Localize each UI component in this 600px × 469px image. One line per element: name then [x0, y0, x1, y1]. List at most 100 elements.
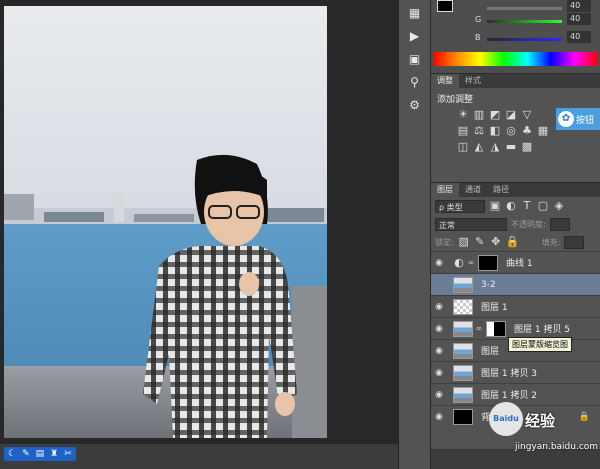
swatches-icon[interactable]: ▣ — [404, 49, 426, 69]
curves-icon[interactable]: ◩ — [489, 109, 501, 121]
smart-object-filter-icon[interactable]: ◈ — [553, 200, 565, 212]
layers-footer-bar — [431, 449, 600, 469]
vibrance-icon[interactable]: ▽ — [521, 109, 533, 121]
fill-field[interactable] — [564, 235, 585, 249]
panel-icon-strip: ▦ ▶ ▣ ⚲ ⚙ — [398, 0, 430, 469]
layer-kind-dropdown[interactable]: ρ 类型 — [435, 199, 485, 213]
foreground-color-swatch[interactable] — [437, 0, 453, 12]
green-slider: G 40 — [475, 13, 595, 27]
color-lookup-icon[interactable]: ▦ — [537, 125, 549, 137]
exposure-icon[interactable]: ◪ — [505, 109, 517, 121]
lock-image-icon[interactable]: ✎ — [474, 236, 486, 248]
brightness-icon[interactable]: ☀ — [457, 109, 469, 121]
lock-transparent-icon[interactable]: ▧ — [458, 236, 470, 248]
layer-name[interactable]: 3-2 — [481, 280, 496, 290]
moon-icon[interactable]: ☾ — [8, 449, 16, 459]
photo-filter-icon[interactable]: ◎ — [505, 125, 517, 137]
layer-name[interactable]: 图层 1 拷贝 2 — [481, 388, 537, 401]
layer-name[interactable]: 曲线 1 — [506, 256, 533, 269]
layer-row[interactable]: ◉ 图层 1 拷贝 2 — [431, 383, 600, 405]
adjustments-panel: 添加调整 ☀ ▥ ◩ ◪ ▽ ▤ ⚖ ◧ ◎ ♣ ▦ ◫ ◭ ◮ ▬ ▩ ✿ 按… — [431, 88, 600, 183]
tab-styles[interactable]: 样式 — [459, 74, 487, 88]
chain-link-icon[interactable]: ∞ — [467, 258, 475, 267]
eye-icon[interactable]: ◉ — [431, 390, 447, 400]
green-value-field[interactable]: 40 — [567, 13, 591, 25]
shape-filter-icon[interactable]: ▢ — [537, 200, 549, 212]
chain-link-icon[interactable]: ∞ — [475, 324, 483, 333]
color-panel-icon[interactable]: ▦ — [404, 3, 426, 23]
document-image[interactable] — [4, 6, 327, 438]
color-balance-icon[interactable]: ⚖ — [473, 125, 485, 137]
layer-row[interactable]: ◉ 图层 1 — [431, 295, 600, 317]
baidu-floating-button[interactable]: ✿ 按钮 — [556, 108, 600, 130]
blue-track[interactable] — [487, 38, 562, 41]
tab-paths[interactable]: 路径 — [487, 183, 515, 197]
adjustment-filter-icon[interactable]: ◐ — [505, 200, 517, 212]
black-white-icon[interactable]: ◧ — [489, 125, 501, 137]
tooltip: 图层蒙版缩览图 — [508, 337, 572, 352]
tools-icon[interactable]: ✂ — [64, 449, 72, 459]
brush-tip-icon[interactable]: ⚲ — [404, 72, 426, 92]
selective-color-icon[interactable]: ▩ — [521, 141, 533, 153]
lock-all-icon[interactable]: 🔒 — [506, 236, 520, 248]
lock-icon: 🔒 — [578, 411, 590, 422]
layer-tabs: 图层 通道 路径 — [431, 183, 600, 197]
slider-value-field[interactable]: 40 — [567, 0, 591, 12]
layer-thumbnail — [453, 386, 473, 403]
layer-thumbnail — [453, 298, 473, 315]
type-filter-icon[interactable]: T — [521, 200, 533, 212]
blue-value-field[interactable]: 40 — [567, 31, 591, 43]
adjustment-icons-row-3: ◫ ◭ ◮ ▬ ▩ — [457, 141, 594, 153]
adjustments-title: 添加调整 — [437, 95, 474, 105]
slider-track[interactable] — [487, 7, 562, 10]
lock-row: 锁定: ▧ ✎ ✥ 🔒 填充: — [431, 233, 600, 251]
shirt-icon[interactable]: ♜ — [50, 449, 58, 459]
pixel-filter-icon[interactable]: ▣ — [489, 200, 501, 212]
color-panel: 40 G 40 B 40 — [431, 0, 600, 74]
gradient-map-icon[interactable]: ▬ — [505, 141, 517, 153]
layer-thumbnail — [453, 364, 473, 381]
layer-name[interactable]: 图层 1 拷贝 3 — [481, 366, 537, 379]
color-spectrum[interactable] — [433, 52, 598, 66]
layer-row[interactable]: ◉ 图层 1 拷贝 3 — [431, 361, 600, 383]
layer-row-selected[interactable]: 3-2 — [431, 273, 600, 295]
layer-filter-row: ρ 类型 ▣ ◐ T ▢ ◈ — [431, 197, 600, 215]
keyboard-icon[interactable]: ▤ — [36, 449, 45, 459]
layer-name[interactable]: 图层 — [481, 344, 499, 357]
tab-adjustments[interactable]: 调整 — [431, 74, 459, 88]
layer-name[interactable]: 图层 1 — [481, 300, 508, 313]
blend-mode-dropdown[interactable]: 正常 — [435, 217, 507, 231]
layer-mask-thumbnail[interactable] — [478, 254, 498, 271]
eye-icon[interactable]: ◉ — [431, 302, 447, 312]
levels-icon[interactable]: ▥ — [473, 109, 485, 121]
channel-mixer-icon[interactable]: ♣ — [521, 125, 533, 137]
hue-saturation-icon[interactable]: ▤ — [457, 125, 469, 137]
eye-icon[interactable]: ◉ — [431, 346, 447, 356]
opacity-field[interactable] — [549, 217, 570, 231]
canvas-area[interactable] — [0, 0, 398, 444]
eye-icon[interactable]: ◉ — [431, 368, 447, 378]
eye-icon[interactable]: ◉ — [431, 324, 447, 334]
curves-adjustment-icon: ◐ — [454, 255, 464, 269]
layer-mask-thumbnail[interactable] — [486, 320, 506, 337]
tab-channels[interactable]: 通道 — [459, 183, 487, 197]
green-track[interactable] — [487, 20, 562, 23]
play-icon[interactable]: ▶ — [404, 26, 426, 46]
threshold-icon[interactable]: ◮ — [489, 141, 501, 153]
invert-icon[interactable]: ◫ — [457, 141, 469, 153]
tab-layers[interactable]: 图层 — [431, 183, 459, 197]
posterize-icon[interactable]: ◭ — [473, 141, 485, 153]
clone-source-icon[interactable]: ⚙ — [404, 95, 426, 115]
lock-position-icon[interactable]: ✥ — [490, 236, 502, 248]
pen-icon[interactable]: ✎ — [22, 449, 30, 459]
eye-icon[interactable]: ◉ — [431, 258, 447, 268]
opacity-label: 不透明度: — [511, 219, 546, 229]
layer-name[interactable]: 背 — [481, 410, 490, 423]
layer-row[interactable]: ◉ ∞ 图层 1 拷贝 5 — [431, 317, 600, 339]
layer-row[interactable]: ◉ ◐ ∞ 曲线 1 — [431, 251, 600, 273]
layer-name[interactable]: 图层 1 拷贝 5 — [514, 322, 570, 335]
eye-icon[interactable]: ◉ — [431, 412, 447, 422]
layer-row[interactable]: ◉ 背 🔒 — [431, 405, 600, 427]
lock-label: 锁定: — [435, 237, 454, 247]
status-bar: ☾ ✎ ▤ ♜ ✂ — [0, 444, 398, 469]
